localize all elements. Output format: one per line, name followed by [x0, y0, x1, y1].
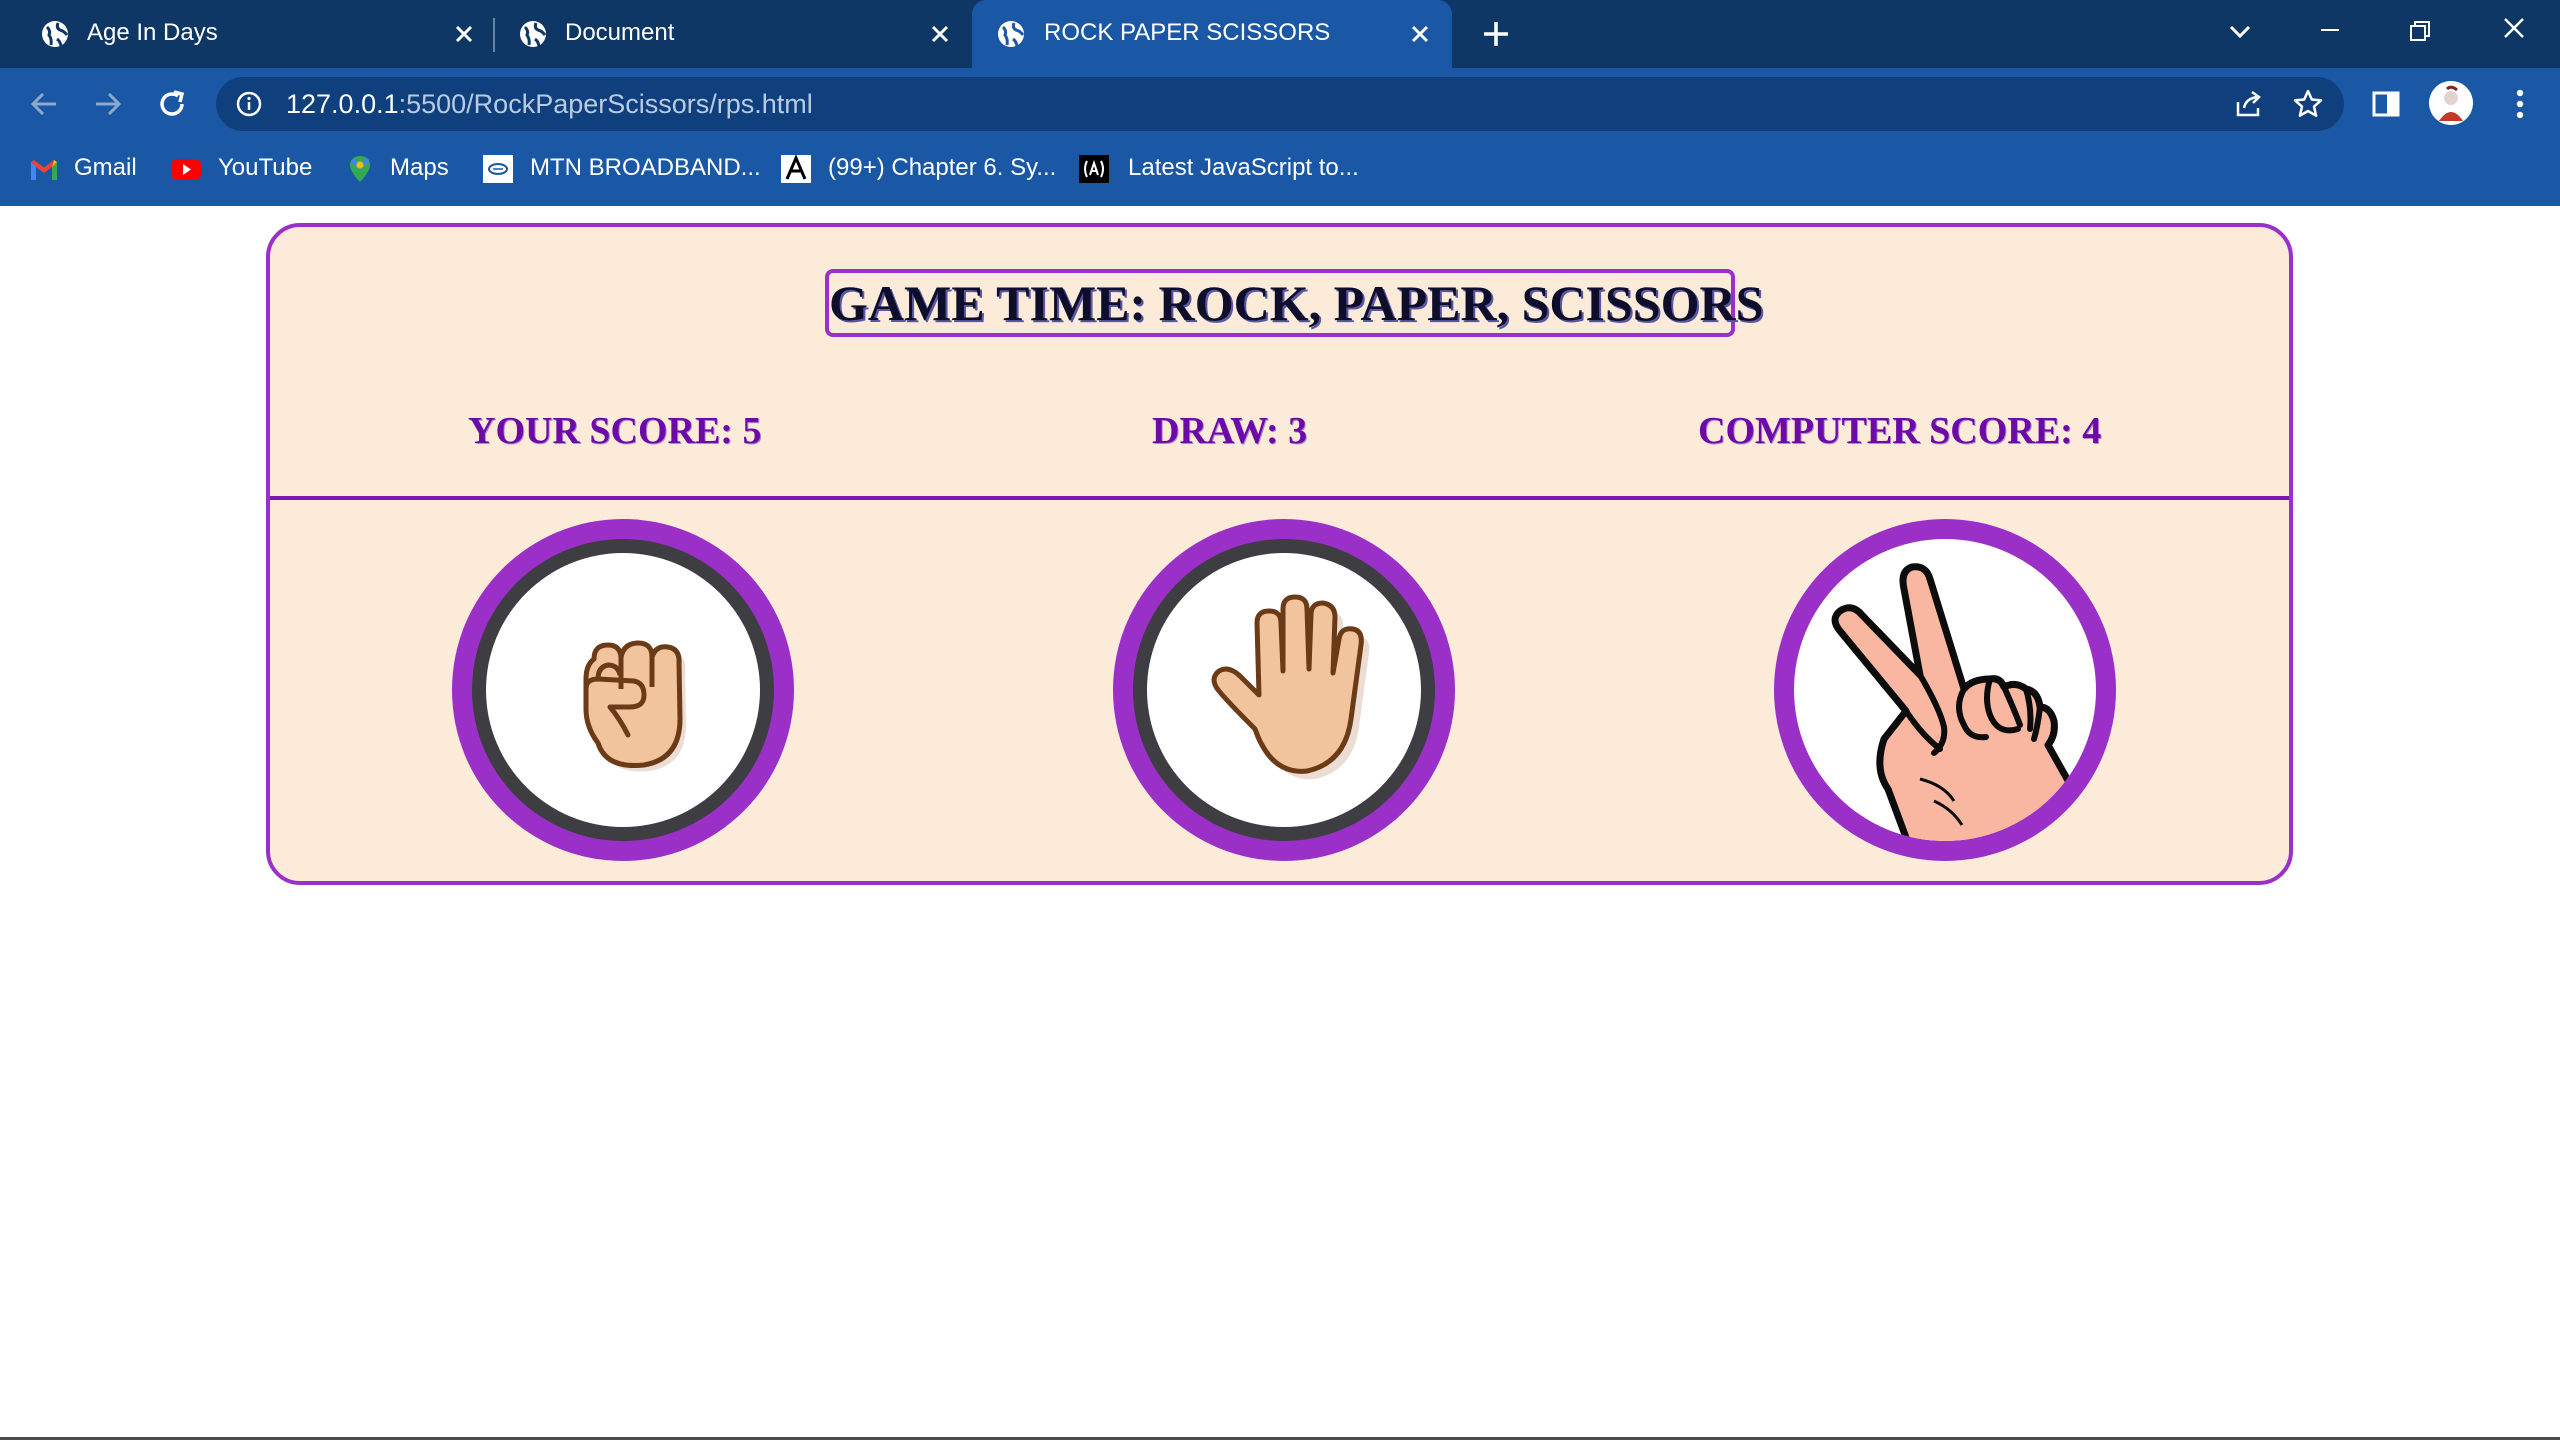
choice-face	[486, 553, 760, 827]
profile-avatar[interactable]	[2429, 81, 2473, 125]
raised-fist-icon	[583, 640, 686, 772]
game-title-box: GAME TIME: ROCK, PAPER, SCISSORS	[825, 269, 1763, 337]
close-icon[interactable]	[922, 16, 958, 52]
globe-icon	[42, 21, 69, 47]
raised-hand-icon	[1211, 594, 1370, 780]
tab-title: Age In Days	[87, 19, 218, 46]
javascript-icon	[1079, 155, 1109, 183]
forward-arrow-icon[interactable]	[88, 84, 128, 124]
bookmark-label: MTN BROADBAND...	[530, 154, 761, 181]
game-title: GAME TIME: ROCK, PAPER, SCISSORS	[829, 275, 1764, 331]
back-arrow-icon[interactable]	[24, 84, 64, 124]
url-path: :5500/RockPaperScissors/rps.html	[398, 89, 813, 119]
tab-title: Document	[565, 19, 675, 46]
rock-choice-button[interactable]	[452, 519, 794, 861]
tab-rock-paper-scissors[interactable]: ROCK PAPER SCISSORS	[972, 0, 1452, 68]
academia-icon	[781, 154, 811, 183]
globe-icon	[520, 21, 547, 47]
victory-hand-icon	[1831, 563, 2088, 841]
paper-choice-button[interactable]	[1113, 519, 1455, 861]
reload-icon[interactable]	[152, 84, 192, 124]
bookmark-label: Gmail	[74, 154, 137, 181]
tab-search-chevron-icon[interactable]	[2218, 10, 2262, 54]
share-icon[interactable]	[2232, 88, 2264, 120]
side-panel-icon[interactable]	[2370, 88, 2402, 120]
close-icon[interactable]	[1402, 16, 1438, 52]
draw-count: DRAW: 3	[1152, 410, 1308, 452]
tab-age-in-days[interactable]: Age In Days	[0, 0, 490, 68]
choice-face	[1147, 553, 1421, 827]
bookmark-label: Maps	[390, 154, 449, 181]
url-host: 127.0.0.1	[286, 89, 399, 119]
maps-icon	[350, 156, 370, 182]
tab-document[interactable]: Document	[478, 0, 968, 68]
avatar-icon	[2429, 81, 2473, 125]
new-tab-plus-icon[interactable]	[1476, 14, 1516, 54]
site-info-icon[interactable]	[234, 89, 264, 119]
scissors-choice-button[interactable]	[1774, 519, 2116, 861]
mtn-icon	[483, 155, 513, 183]
your-score: YOUR SCORE: 5	[468, 410, 762, 452]
bookmark-label: Latest JavaScript to...	[1128, 154, 1359, 181]
choice-face	[1794, 539, 2096, 841]
bookmark-label: YouTube	[218, 154, 313, 181]
url-text[interactable]: 127.0.0.1:5500/RockPaperScissors/rps.htm…	[286, 89, 813, 120]
bookmarks-bar: Gmail YouTube Maps MTN BROADBAND... (99+…	[0, 142, 2560, 194]
globe-icon	[998, 21, 1025, 47]
window-close-icon[interactable]	[2492, 10, 2536, 54]
close-icon[interactable]	[446, 16, 482, 52]
tab-strip: Age In Days Document ROCK PAPER SCISSORS	[0, 0, 2560, 68]
more-menu-icon[interactable]	[2502, 84, 2538, 124]
tab-title: ROCK PAPER SCISSORS	[1044, 19, 1331, 46]
bookmark-label: (99+) Chapter 6. Sy...	[828, 154, 1057, 181]
score-divider	[270, 496, 2289, 500]
minimize-icon[interactable]	[2308, 10, 2352, 54]
restore-icon[interactable]	[2398, 10, 2442, 54]
computer-score: COMPUTER SCORE: 4	[1698, 410, 2102, 452]
game-panel: GAME TIME: ROCK, PAPER, SCISSORS YOUR SC…	[266, 223, 2293, 885]
address-bar[interactable]: 127.0.0.1:5500/RockPaperScissors/rps.htm…	[216, 77, 2344, 131]
gmail-icon	[31, 160, 57, 180]
bookmark-star-icon[interactable]	[2292, 88, 2324, 120]
youtube-icon	[171, 159, 201, 180]
